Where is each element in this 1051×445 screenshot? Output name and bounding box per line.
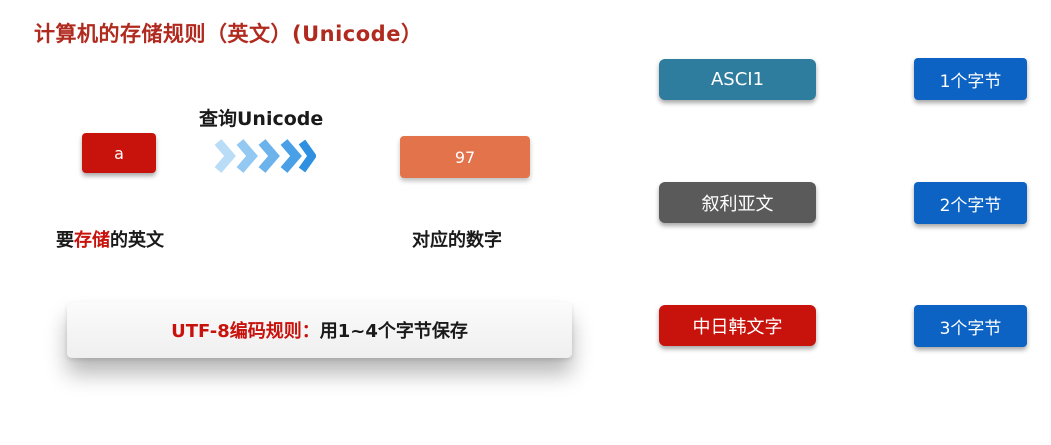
encoding-syriac-label: 叙利亚文 [701, 193, 774, 215]
utf8-rule-label: UTF-8编码规则： [171, 321, 320, 342]
bytes-3-label: 3个字节 [939, 318, 1002, 339]
chevron-arrows-icon [214, 139, 316, 173]
encoding-ascii-box: ASCI1 [659, 59, 816, 100]
lookup-label: 查询Unicode [199, 108, 324, 130]
utf8-rule-panel: UTF-8编码规则： 用1~4个字节保存 [67, 302, 572, 358]
caption-output: 对应的数字 [412, 230, 502, 251]
bytes-1-box: 1个字节 [914, 58, 1027, 100]
input-char: a [114, 143, 124, 163]
bytes-3-box: 3个字节 [914, 305, 1027, 347]
bytes-2-box: 2个字节 [914, 182, 1027, 224]
output-number: 97 [454, 147, 476, 167]
output-number-box: 97 [400, 136, 530, 178]
caption-input: 要存储的英文 [56, 226, 164, 252]
bytes-1-label: 1个字节 [939, 71, 1002, 92]
chevron-5-icon [298, 139, 316, 173]
bytes-2-label: 2个字节 [939, 195, 1002, 216]
chevron-3-icon [258, 139, 280, 173]
page-title: 计算机的存储规则（英文）(Unicode） [34, 22, 423, 46]
caption-input-suffix: 的英文 [110, 230, 164, 251]
chevron-1-icon [214, 139, 236, 173]
input-char-box: a [82, 133, 156, 173]
chevron-2-icon [236, 139, 258, 173]
chevron-4-icon [280, 139, 302, 173]
encoding-cjk-box: 中日韩文字 [659, 305, 816, 346]
encoding-syriac-box: 叙利亚文 [659, 182, 816, 223]
encoding-cjk-label: 中日韩文字 [692, 316, 783, 338]
utf8-rule-text: 用1~4个字节保存 [319, 321, 468, 342]
caption-input-highlight: 存储 [74, 230, 110, 251]
encoding-ascii-label: ASCI1 [710, 69, 765, 90]
caption-input-prefix: 要 [56, 230, 74, 251]
